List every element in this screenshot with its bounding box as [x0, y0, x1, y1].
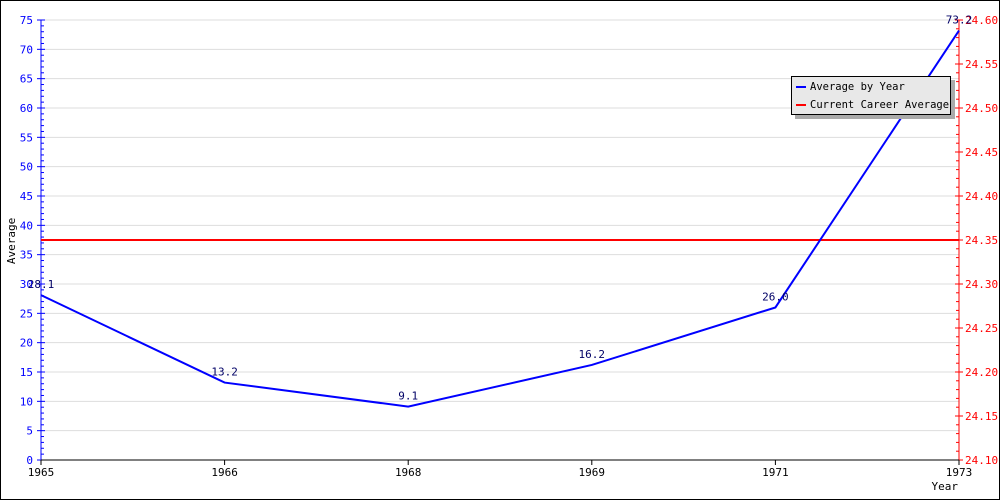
- y-tick-label: 55: [20, 131, 33, 144]
- y2-tick-label: 24.30: [965, 278, 998, 291]
- y2-tick-label: 24.50: [965, 102, 998, 115]
- y-tick-label: 35: [20, 249, 33, 262]
- y2-tick-label: 24.45: [965, 146, 998, 159]
- y2-tick-label: 24.15: [965, 410, 998, 423]
- y-tick-label: 15: [20, 366, 33, 379]
- y2-tick-label: 24.55: [965, 58, 998, 71]
- y-tick-label: 20: [20, 337, 33, 350]
- x-tick-label: 1968: [395, 466, 422, 479]
- legend-item-career-average: Current Career Average: [792, 97, 950, 113]
- legend-label: Average by Year: [810, 81, 905, 93]
- data-label: 73.2: [946, 14, 973, 27]
- x-tick-label: 1969: [579, 466, 606, 479]
- x-tick-label: 1971: [762, 466, 789, 479]
- y-tick-label: 50: [20, 161, 33, 174]
- chart: 0 5 10 15 20 25 30 35 40 45 50 55 60 65 70 75 24.10 24.15…: [0, 0, 1000, 500]
- legend-item-average-by-year: Average by Year: [792, 79, 950, 95]
- legend-swatch: [796, 104, 806, 106]
- x-tick-label: 1973: [946, 466, 973, 479]
- data-label: 16.2: [579, 348, 606, 361]
- x-tick-label: 1966: [211, 466, 238, 479]
- y2-tick-label: 24.25: [965, 322, 998, 335]
- y-tick-label: 10: [20, 395, 33, 408]
- y2-tick-label: 24.40: [965, 190, 998, 203]
- y-tick-label: 70: [20, 43, 33, 56]
- legend: Average by Year Current Career Average: [791, 76, 951, 115]
- legend-label: Current Career Average: [810, 99, 950, 111]
- y-tick-label: 40: [20, 219, 33, 232]
- legend-swatch: [796, 86, 806, 88]
- data-label: 13.2: [211, 366, 238, 379]
- x-axis-label: Year: [932, 480, 959, 493]
- y-tick-label: 60: [20, 102, 33, 115]
- y-tick-label: 25: [20, 307, 33, 320]
- y-tick-label: 75: [20, 14, 33, 27]
- y-axis-label: Average: [5, 218, 18, 264]
- y-tick-label: 65: [20, 73, 33, 86]
- y2-tick-label: 24.35: [965, 234, 998, 247]
- y2-tick-label: 24.20: [965, 366, 998, 379]
- y-tick-label: 45: [20, 190, 33, 203]
- data-label: 9.1: [398, 390, 418, 403]
- x-tick-label: 1965: [28, 466, 55, 479]
- data-label: 28.1: [28, 278, 55, 291]
- y-tick-label: 5: [26, 425, 33, 438]
- data-label: 26.0: [762, 290, 789, 303]
